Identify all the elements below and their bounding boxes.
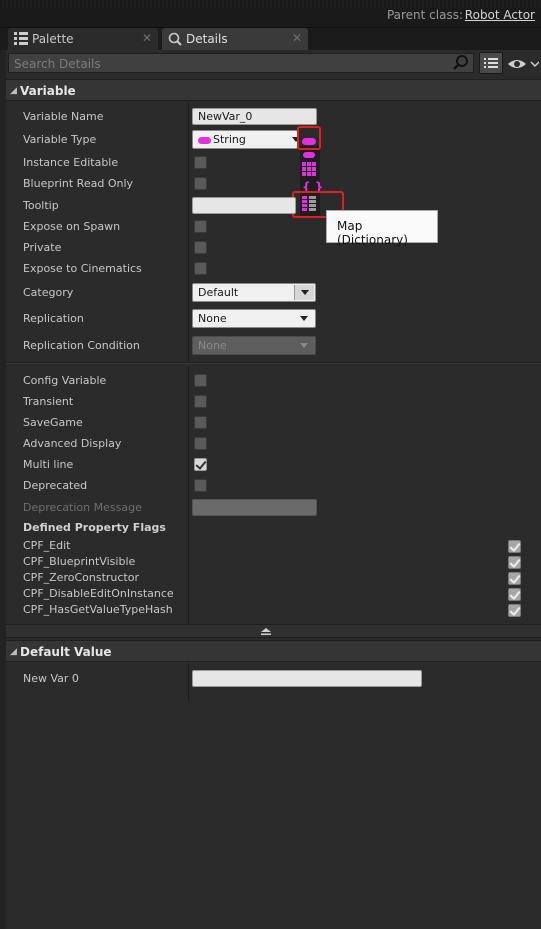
collapse-arrow-icon: ◢ bbox=[10, 647, 17, 657]
private-checkbox[interactable] bbox=[194, 241, 207, 254]
label-transient: Transient bbox=[23, 395, 74, 408]
section-separator bbox=[6, 362, 541, 364]
replication-value: None bbox=[198, 312, 227, 325]
section-title: Variable bbox=[20, 84, 76, 98]
title-bar: Parent class: Robot Actor bbox=[0, 0, 541, 28]
default-value-input[interactable] bbox=[192, 670, 422, 687]
column-divider[interactable] bbox=[188, 367, 189, 624]
advanced-display-checkbox[interactable] bbox=[194, 437, 207, 450]
tab-row: Palette ✕ Details ✕ bbox=[0, 28, 541, 50]
label-replication: Replication bbox=[23, 312, 84, 325]
label-variable-type: Variable Type bbox=[23, 133, 97, 146]
savegame-checkbox[interactable] bbox=[194, 416, 207, 429]
label-expose-on-spawn: Expose on Spawn bbox=[23, 220, 121, 233]
label-expose-to-cinematics: Expose to Cinematics bbox=[23, 262, 142, 275]
replication-condition-dropdown[interactable]: None bbox=[192, 336, 316, 355]
expose-to-cinematics-checkbox[interactable] bbox=[194, 262, 207, 275]
tab-palette-label: Palette bbox=[32, 32, 74, 46]
eye-icon[interactable] bbox=[507, 56, 539, 72]
string-type-icon bbox=[198, 136, 211, 144]
flag-label: CPF_ZeroConstructor bbox=[23, 571, 139, 584]
search-icon[interactable] bbox=[452, 54, 470, 72]
list-view-icon bbox=[484, 58, 498, 68]
close-icon[interactable]: ✕ bbox=[142, 31, 152, 45]
chevron-down-icon bbox=[294, 338, 314, 353]
variable-type-value: String bbox=[213, 133, 246, 146]
replication-dropdown[interactable]: None bbox=[192, 309, 316, 328]
defined-property-flags-title: Defined Property Flags bbox=[23, 521, 166, 534]
flag-label: CPF_Edit bbox=[23, 539, 71, 552]
section-header-variable[interactable]: ◢ Variable bbox=[6, 79, 541, 101]
deprecation-message-input[interactable] bbox=[192, 499, 317, 516]
config-variable-checkbox[interactable] bbox=[194, 374, 207, 387]
parent-class-link[interactable]: Robot Actor bbox=[465, 8, 535, 22]
chevron-down-icon bbox=[286, 132, 300, 147]
replication-condition-value: None bbox=[198, 339, 227, 352]
label-new-var-0: New Var 0 bbox=[23, 672, 79, 685]
label-category: Category bbox=[23, 286, 74, 299]
tab-details[interactable]: Details ✕ bbox=[162, 28, 308, 50]
column-divider[interactable] bbox=[188, 102, 189, 362]
multi-line-checkbox[interactable] bbox=[194, 458, 207, 471]
category-dropdown[interactable]: Default bbox=[192, 283, 316, 302]
label-variable-name: Variable Name bbox=[23, 110, 104, 123]
flag-label: CPF_DisableEditOnInstance bbox=[23, 587, 174, 600]
label-advanced-display: Advanced Display bbox=[23, 437, 122, 450]
label-replication-condition: Replication Condition bbox=[23, 339, 140, 352]
label-blueprint-read-only: Blueprint Read Only bbox=[23, 177, 134, 190]
tab-palette[interactable]: Palette ✕ bbox=[8, 28, 158, 50]
section-title: Default Value bbox=[20, 645, 112, 659]
label-config-variable: Config Variable bbox=[23, 374, 107, 387]
label-instance-editable: Instance Editable bbox=[23, 156, 119, 169]
category-value: Default bbox=[198, 286, 239, 299]
label-tooltip: Tooltip bbox=[23, 199, 59, 212]
label-multi-line: Multi line bbox=[23, 458, 74, 471]
palette-icon bbox=[14, 32, 28, 45]
flag-checkbox bbox=[508, 604, 521, 617]
collapse-advanced-button[interactable] bbox=[6, 624, 541, 638]
search-input[interactable]: Search Details bbox=[8, 53, 474, 73]
label-deprecation-message: Deprecation Message bbox=[23, 501, 142, 514]
flag-checkbox bbox=[508, 540, 521, 553]
flag-label: CPF_BlueprintVisible bbox=[23, 555, 136, 568]
variable-type-dropdown[interactable]: String bbox=[192, 130, 300, 149]
parent-class-label: Parent class: bbox=[386, 8, 463, 22]
variable-name-input[interactable]: NewVar_0 bbox=[192, 108, 317, 125]
tab-details-label: Details bbox=[186, 32, 228, 46]
array-type-icon[interactable] bbox=[302, 162, 316, 176]
single-type-icon[interactable] bbox=[303, 152, 315, 158]
deprecated-checkbox[interactable] bbox=[194, 479, 207, 492]
flag-label: CPF_HasGetValueTypeHash bbox=[23, 603, 173, 616]
label-private: Private bbox=[23, 241, 62, 254]
expose-on-spawn-checkbox[interactable] bbox=[194, 220, 207, 233]
blueprint-read-only-checkbox[interactable] bbox=[194, 177, 207, 190]
flag-checkbox bbox=[508, 572, 521, 585]
title-bar-hatch bbox=[0, 0, 541, 8]
close-icon[interactable]: ✕ bbox=[292, 31, 302, 45]
flag-checkbox bbox=[508, 556, 521, 569]
flag-checkbox bbox=[508, 588, 521, 601]
chevron-up-icon bbox=[261, 628, 271, 635]
details-icon bbox=[168, 32, 182, 46]
highlight-box bbox=[297, 126, 321, 150]
instance-editable-checkbox[interactable] bbox=[194, 156, 207, 169]
transient-checkbox[interactable] bbox=[194, 395, 207, 408]
section-header-default-value[interactable]: ◢ Default Value bbox=[6, 640, 541, 662]
view-options-button[interactable] bbox=[479, 52, 503, 74]
chevron-down-icon bbox=[294, 311, 314, 326]
column-divider[interactable] bbox=[188, 663, 189, 701]
tooltip-input[interactable] bbox=[192, 197, 296, 214]
chevron-down-icon bbox=[294, 285, 314, 300]
label-deprecated: Deprecated bbox=[23, 479, 88, 492]
collapse-arrow-icon: ◢ bbox=[10, 86, 17, 96]
tooltip-popup: Map (Dictionary) bbox=[326, 210, 438, 247]
label-savegame: SaveGame bbox=[23, 416, 83, 429]
